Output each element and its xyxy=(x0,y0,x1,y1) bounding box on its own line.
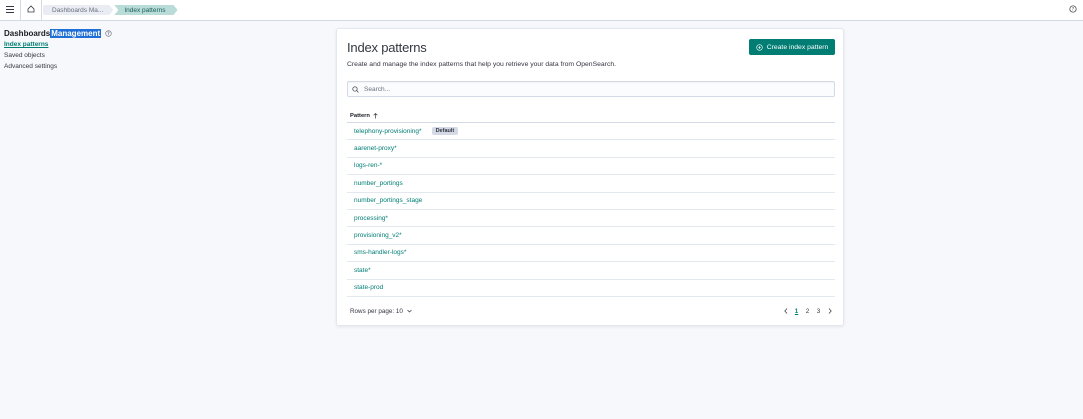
next-page-button[interactable] xyxy=(824,308,835,314)
index-pattern-link[interactable]: number_portings_stage xyxy=(354,197,422,204)
table-row: number_portings xyxy=(347,175,835,193)
help-icon: ? xyxy=(1069,5,1077,15)
table-footer: Rows per page: 10 1 2 3 xyxy=(347,306,835,316)
index-pattern-link[interactable]: logs-ren-* xyxy=(354,162,382,169)
table-row: processing* xyxy=(347,210,835,228)
breadcrumb: Dashboards Ma... Index patterns xyxy=(43,5,178,15)
index-pattern-link[interactable]: number_portings xyxy=(354,180,403,187)
plus-circle-icon xyxy=(756,43,763,51)
sidebar-title: Dashboards Management ? xyxy=(4,28,124,38)
create-index-pattern-label: Create index pattern xyxy=(766,43,829,51)
chevron-right-icon xyxy=(828,308,832,314)
rows-per-page-label: Rows per page: 10 xyxy=(350,307,403,315)
index-patterns-table: Pattern telephony-provisioning* Default … xyxy=(347,109,835,297)
index-pattern-link[interactable]: processing* xyxy=(354,215,388,222)
sidebar-item-advanced-settings[interactable]: Advanced settings xyxy=(4,63,124,71)
menu-button[interactable] xyxy=(0,0,21,20)
pattern-column-header[interactable]: Pattern xyxy=(347,109,835,123)
sidebar-title-part1: Dashboards xyxy=(4,28,51,38)
index-pattern-link[interactable]: sms-handler-logs* xyxy=(354,249,406,256)
search-input[interactable] xyxy=(364,85,824,93)
index-pattern-link[interactable]: telephony-provisioning* xyxy=(354,128,422,135)
svg-text:?: ? xyxy=(108,30,111,35)
sidebar-title-part2: Management xyxy=(50,28,102,38)
page-title: Index patterns xyxy=(347,40,427,55)
table-row: sms-handler-logs* xyxy=(347,245,835,263)
table-row: aarenet-proxy* xyxy=(347,140,835,158)
rows-per-page-button[interactable]: Rows per page: 10 xyxy=(347,308,412,315)
search-icon xyxy=(352,85,359,93)
help-button[interactable]: ? xyxy=(1069,5,1077,15)
table-row: state-prod xyxy=(347,280,835,297)
home-icon xyxy=(27,5,35,15)
chevron-left-icon xyxy=(783,308,787,314)
breadcrumb-dashboards-management[interactable]: Dashboards Ma... xyxy=(43,5,113,15)
management-sidebar: Dashboards Management ? Index patterns S… xyxy=(4,28,124,71)
index-pattern-link[interactable]: provisioning_v2* xyxy=(354,232,402,239)
sort-ascending-icon xyxy=(373,112,378,119)
table-row: state* xyxy=(347,262,835,280)
pattern-column-label: Pattern xyxy=(350,112,370,119)
sidebar-item-index-patterns[interactable]: Index patterns xyxy=(4,41,124,49)
index-pattern-link[interactable]: aarenet-proxy* xyxy=(354,145,397,152)
table-row: provisioning_v2* xyxy=(347,227,835,245)
pagination: 1 2 3 xyxy=(780,306,835,316)
previous-page-button[interactable] xyxy=(780,308,791,314)
index-pattern-link[interactable]: state-prod xyxy=(354,284,383,291)
home-button[interactable] xyxy=(21,0,42,20)
table-row: number_portings_stage xyxy=(347,193,835,210)
index-patterns-panel: Index patterns Create and manage the ind… xyxy=(336,28,844,326)
create-index-pattern-button[interactable]: Create index pattern xyxy=(749,39,835,55)
page-description: Create and manage the index patterns tha… xyxy=(347,61,617,68)
page-1-button[interactable]: 1 xyxy=(791,308,802,315)
page-2-button[interactable]: 2 xyxy=(802,308,813,315)
index-pattern-link[interactable]: state* xyxy=(354,267,371,274)
breadcrumb-index-patterns: Index patterns xyxy=(114,5,177,15)
question-circle-icon[interactable]: ? xyxy=(105,29,112,37)
default-badge: Default xyxy=(431,127,459,136)
table-row: logs-ren-* xyxy=(347,158,835,176)
sidebar-item-saved-objects[interactable]: Saved objects xyxy=(4,52,124,60)
search-box xyxy=(347,81,835,97)
page-3-button[interactable]: 3 xyxy=(813,308,824,315)
hamburger-menu-icon xyxy=(6,5,14,15)
chevron-down-icon xyxy=(407,309,412,313)
table-row: telephony-provisioning* Default xyxy=(347,123,835,141)
